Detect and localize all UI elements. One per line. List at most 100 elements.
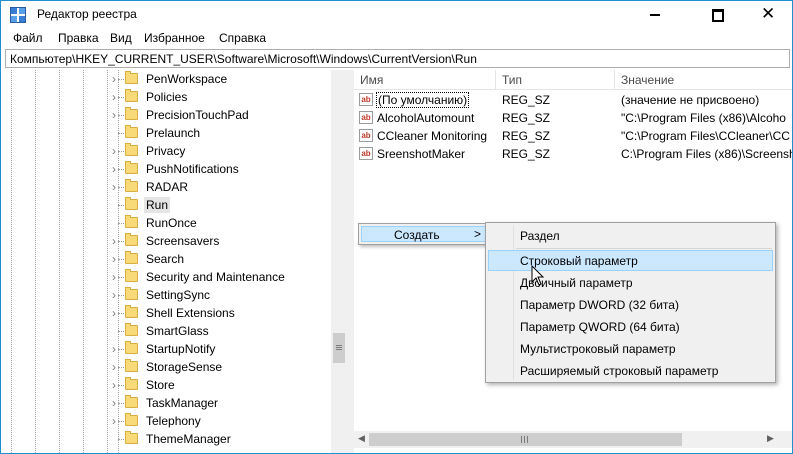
list-row[interactable]: ab SreenshotMaker REG_SZ C:\Program File… bbox=[354, 145, 792, 163]
address-bar[interactable]: Компьютер\HKEY_CURRENT_USER\Software\Mic… bbox=[5, 49, 790, 68]
expand-arrow-icon[interactable]: › bbox=[112, 270, 116, 284]
scrollbar-thumb[interactable] bbox=[369, 433, 682, 446]
tree-item-label: Search bbox=[146, 252, 185, 266]
tree-item[interactable]: › TaskManager bbox=[1, 394, 331, 412]
folder-icon bbox=[125, 431, 138, 444]
expand-arrow-icon[interactable]: › bbox=[112, 252, 116, 266]
column-type-header[interactable]: Тип bbox=[502, 73, 522, 87]
mouse-cursor-icon bbox=[531, 265, 545, 286]
grip-line bbox=[336, 349, 342, 350]
expand-arrow-icon[interactable]: › bbox=[112, 396, 116, 410]
submenu-item-qword-value[interactable]: Параметр QWORD (64 бита) bbox=[488, 316, 773, 337]
tree-item-label: Prelaunch bbox=[146, 126, 201, 140]
submenu-item-key[interactable]: Раздел bbox=[488, 225, 773, 246]
expand-arrow-icon[interactable]: › bbox=[112, 342, 116, 356]
expand-arrow-icon[interactable]: › bbox=[112, 162, 116, 176]
menu-edit[interactable]: Правка bbox=[58, 31, 99, 45]
registry-editor-icon bbox=[10, 7, 26, 23]
close-icon: ✕ bbox=[761, 4, 776, 23]
column-value-header[interactable]: Значение bbox=[621, 73, 674, 87]
tree-item[interactable]: › PenWorkspace bbox=[1, 70, 331, 88]
submenu-item-dword-value[interactable]: Параметр DWORD (32 бита) bbox=[488, 294, 773, 315]
tree-item[interactable]: › Security and Maintenance bbox=[1, 268, 331, 286]
tree-item[interactable]: ThemeManager bbox=[1, 430, 331, 448]
folder-icon bbox=[125, 359, 138, 372]
tree-item[interactable]: › Telephony bbox=[1, 412, 331, 430]
expand-arrow-icon[interactable]: › bbox=[112, 378, 116, 392]
column-separator[interactable] bbox=[495, 70, 496, 89]
expand-arrow-icon[interactable]: › bbox=[112, 180, 116, 194]
menu-item-create[interactable]: Создать > bbox=[361, 226, 487, 242]
list-row[interactable]: ab CCleaner Monitoring REG_SZ "C:\Progra… bbox=[354, 127, 792, 145]
expand-arrow-icon[interactable]: › bbox=[112, 108, 116, 122]
menu-file[interactable]: Файл bbox=[13, 31, 43, 45]
scrollbar-thumb[interactable] bbox=[333, 333, 345, 363]
maximize-button[interactable] bbox=[695, 1, 740, 29]
menu-help[interactable]: Справка bbox=[219, 31, 266, 45]
tree-item[interactable]: › SettingSync bbox=[1, 286, 331, 304]
expand-arrow-icon[interactable]: › bbox=[112, 234, 116, 248]
expand-arrow-icon[interactable]: › bbox=[112, 414, 116, 428]
list-header: Имя Тип Значение bbox=[354, 70, 792, 90]
string-value-icon: ab bbox=[359, 93, 373, 106]
expand-arrow-icon[interactable]: › bbox=[112, 144, 116, 158]
tree-item-selected[interactable]: Run bbox=[1, 196, 331, 214]
tree-item-label: Privacy bbox=[146, 144, 186, 158]
tree-connector bbox=[118, 439, 124, 440]
minimize-icon bbox=[650, 14, 660, 16]
list-row[interactable]: ab (По умолчанию) REG_SZ (значение не пр… bbox=[354, 91, 792, 109]
column-name-header[interactable]: Имя bbox=[360, 73, 383, 87]
tree-item[interactable]: › PrecisionTouchPad bbox=[1, 106, 331, 124]
expand-arrow-icon[interactable]: › bbox=[112, 90, 116, 104]
list-horizontal-scrollbar[interactable]: ◀ ▶ bbox=[354, 431, 792, 448]
folder-icon bbox=[125, 215, 138, 228]
tree-item[interactable]: › Screensavers bbox=[1, 232, 331, 250]
scroll-left-icon[interactable]: ◀ bbox=[358, 433, 365, 444]
folder-icon bbox=[125, 71, 138, 84]
tree-connector bbox=[118, 331, 124, 332]
close-button[interactable]: ✕ bbox=[745, 1, 792, 29]
menu-bar: Файл Правка Вид Избранное Справка bbox=[1, 29, 792, 48]
submenu-item-expandable-string-value[interactable]: Расширяемый строковый параметр bbox=[488, 360, 773, 381]
registry-editor-window: Редактор реестра ✕ Файл Правка Вид Избра… bbox=[0, 0, 793, 454]
tree-item[interactable]: Prelaunch bbox=[1, 124, 331, 142]
tree-item-label: Security and Maintenance bbox=[146, 270, 285, 284]
address-path: Компьютер\HKEY_CURRENT_USER\Software\Mic… bbox=[10, 52, 477, 66]
folder-icon bbox=[125, 197, 138, 210]
tree-item[interactable]: › Shell Extensions bbox=[1, 304, 331, 322]
key-tree[interactable]: › PenWorkspace › Policies › PrecisionTouchP… bbox=[1, 70, 348, 453]
tree-connector bbox=[118, 367, 124, 368]
list-row[interactable]: ab AlcoholAutomount REG_SZ "C:\Program F… bbox=[354, 109, 792, 127]
column-separator[interactable] bbox=[614, 70, 615, 89]
menu-item-create-label: Создать bbox=[394, 228, 440, 242]
tree-item[interactable]: › Privacy bbox=[1, 142, 331, 160]
tree-connector bbox=[118, 403, 124, 404]
folder-icon bbox=[125, 125, 138, 138]
tree-item[interactable]: SmartGlass bbox=[1, 322, 331, 340]
tree-item[interactable]: › Search bbox=[1, 250, 331, 268]
menu-favorites[interactable]: Избранное bbox=[144, 31, 205, 45]
expand-arrow-icon[interactable]: › bbox=[112, 360, 116, 374]
menu-view[interactable]: Вид bbox=[110, 31, 132, 45]
title-bar: Редактор реестра ✕ bbox=[1, 1, 792, 29]
value-type: REG_SZ bbox=[502, 111, 551, 125]
tree-item[interactable]: › RADAR bbox=[1, 178, 331, 196]
minimize-button[interactable] bbox=[633, 1, 678, 29]
expand-arrow-icon[interactable]: › bbox=[112, 306, 116, 320]
tree-item[interactable]: › Policies bbox=[1, 88, 331, 106]
tree-item-label: Policies bbox=[146, 90, 188, 104]
tree-item[interactable]: RunOnce bbox=[1, 214, 331, 232]
tree-vertical-scrollbar[interactable] bbox=[331, 70, 348, 453]
tree-item[interactable]: › Store bbox=[1, 376, 331, 394]
tree-connector bbox=[118, 295, 124, 296]
tree-item[interactable]: › StartupNotify bbox=[1, 340, 331, 358]
value-data: (значение не присвоено) bbox=[621, 93, 760, 107]
tree-item-label: StartupNotify bbox=[146, 342, 216, 356]
tree-item[interactable]: › StorageSense bbox=[1, 358, 331, 376]
expand-arrow-icon[interactable]: › bbox=[112, 72, 116, 86]
submenu-item-multi-string-value[interactable]: Мультистроковый параметр bbox=[488, 338, 773, 359]
folder-icon bbox=[125, 287, 138, 300]
scroll-right-icon[interactable]: ▶ bbox=[767, 433, 774, 444]
expand-arrow-icon[interactable]: › bbox=[112, 288, 116, 302]
tree-item[interactable]: › PushNotifications bbox=[1, 160, 331, 178]
